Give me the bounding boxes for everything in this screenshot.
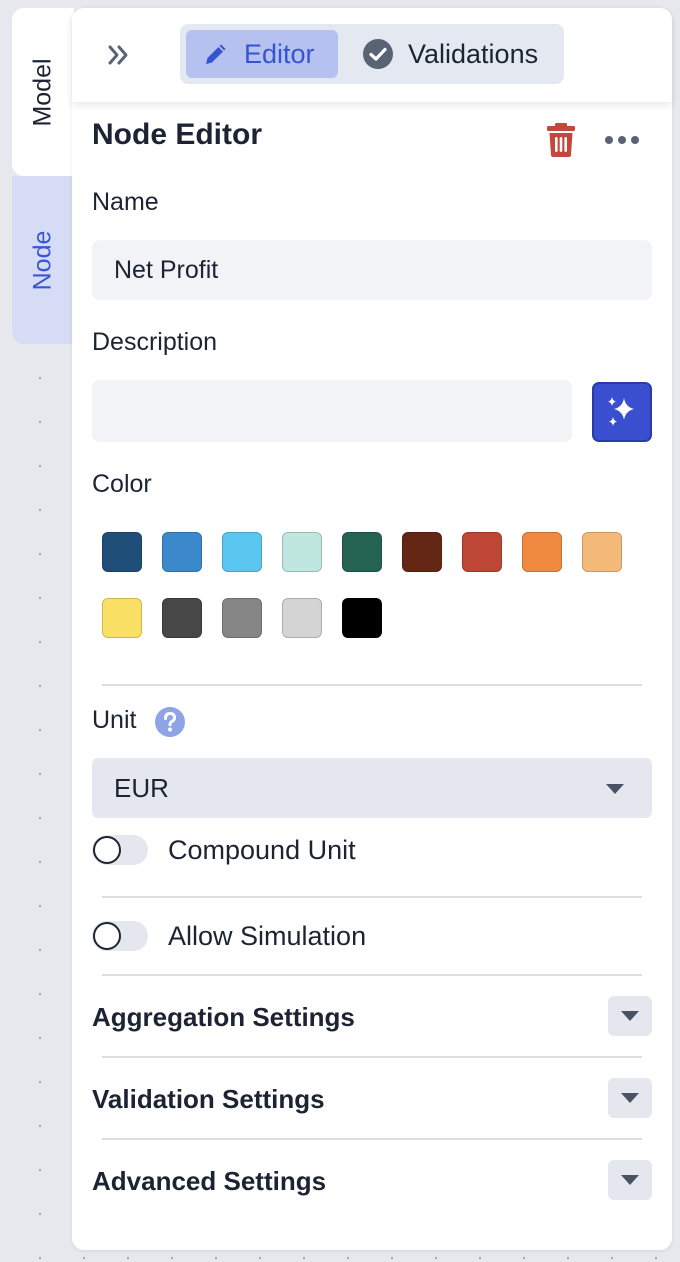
aggregation-settings-title: Aggregation Settings	[92, 1002, 355, 1032]
divider	[102, 1138, 642, 1140]
description-input[interactable]	[92, 380, 572, 442]
aggregation-settings-expand-button[interactable]	[608, 996, 652, 1036]
tab-editor-label: Editor	[244, 38, 315, 69]
question-circle-icon	[155, 707, 185, 737]
side-tab-node-label: Node	[28, 230, 57, 290]
toggle-knob	[93, 836, 121, 864]
name-input[interactable]	[92, 240, 652, 300]
allow-simulation-toggle[interactable]	[92, 921, 148, 951]
color-swatch[interactable]	[222, 598, 262, 638]
divider	[102, 896, 642, 898]
more-options-button[interactable]	[602, 130, 642, 150]
color-swatch[interactable]	[522, 532, 562, 572]
divider	[102, 684, 642, 686]
compound-unit-toggle[interactable]	[92, 835, 148, 865]
name-label: Name	[92, 188, 159, 216]
color-swatch[interactable]	[102, 532, 142, 572]
unit-help-button[interactable]	[154, 706, 186, 738]
validation-settings-expand-button[interactable]	[608, 1078, 652, 1118]
side-tab-node[interactable]: Node	[12, 176, 74, 344]
tab-validations-label: Validations	[408, 38, 539, 69]
description-label: Description	[92, 328, 218, 356]
color-swatch[interactable]	[162, 532, 202, 572]
collapse-panel-button[interactable]	[102, 38, 136, 72]
caret-down-icon	[606, 784, 624, 794]
advanced-settings-expand-button[interactable]	[608, 1160, 652, 1200]
pencil-icon	[206, 44, 226, 64]
delete-node-button[interactable]	[544, 122, 578, 163]
sparkles-icon	[608, 397, 634, 426]
more-horizontal-icon	[605, 136, 639, 144]
trash-icon	[547, 123, 575, 157]
color-swatch[interactable]	[402, 532, 442, 572]
color-swatch[interactable]	[342, 532, 382, 572]
caret-down-icon	[621, 1175, 639, 1185]
color-swatch[interactable]	[462, 532, 502, 572]
color-swatch[interactable]	[342, 598, 382, 638]
unit-select[interactable]: EUR	[92, 758, 652, 818]
compound-unit-label: Compound Unit	[168, 835, 356, 865]
color-swatch[interactable]	[102, 598, 142, 638]
caret-down-icon	[621, 1011, 639, 1021]
page-title: Node Editor	[92, 118, 262, 151]
color-swatch[interactable]	[282, 532, 322, 572]
color-swatch[interactable]	[162, 598, 202, 638]
validation-settings-title: Validation Settings	[92, 1084, 325, 1114]
divider	[102, 974, 642, 976]
node-editor-panel: Editor Validations Node Editor Name Net …	[72, 8, 672, 1250]
color-swatch[interactable]	[582, 532, 622, 572]
side-tab-model[interactable]: Model	[12, 8, 74, 176]
toggle-knob	[93, 922, 121, 950]
editor-view-switcher: Editor Validations	[180, 24, 564, 84]
double-chevron-right-icon	[108, 45, 128, 65]
panel-topbar: Editor Validations	[72, 8, 672, 102]
ai-generate-description-button[interactable]	[592, 382, 652, 442]
divider	[102, 1056, 642, 1058]
color-label: Color	[92, 470, 152, 498]
side-tab-model-label: Model	[28, 57, 57, 127]
check-circle-icon	[363, 39, 393, 69]
unit-label: Unit	[92, 706, 137, 734]
tab-validations[interactable]: Validations	[346, 30, 556, 78]
caret-down-icon	[621, 1093, 639, 1103]
unit-select-value: EUR	[114, 772, 169, 803]
tab-editor[interactable]: Editor	[186, 30, 338, 78]
color-swatch[interactable]	[222, 532, 262, 572]
color-swatch[interactable]	[282, 598, 322, 638]
advanced-settings-title: Advanced Settings	[92, 1166, 327, 1196]
allow-simulation-label: Allow Simulation	[168, 921, 367, 951]
